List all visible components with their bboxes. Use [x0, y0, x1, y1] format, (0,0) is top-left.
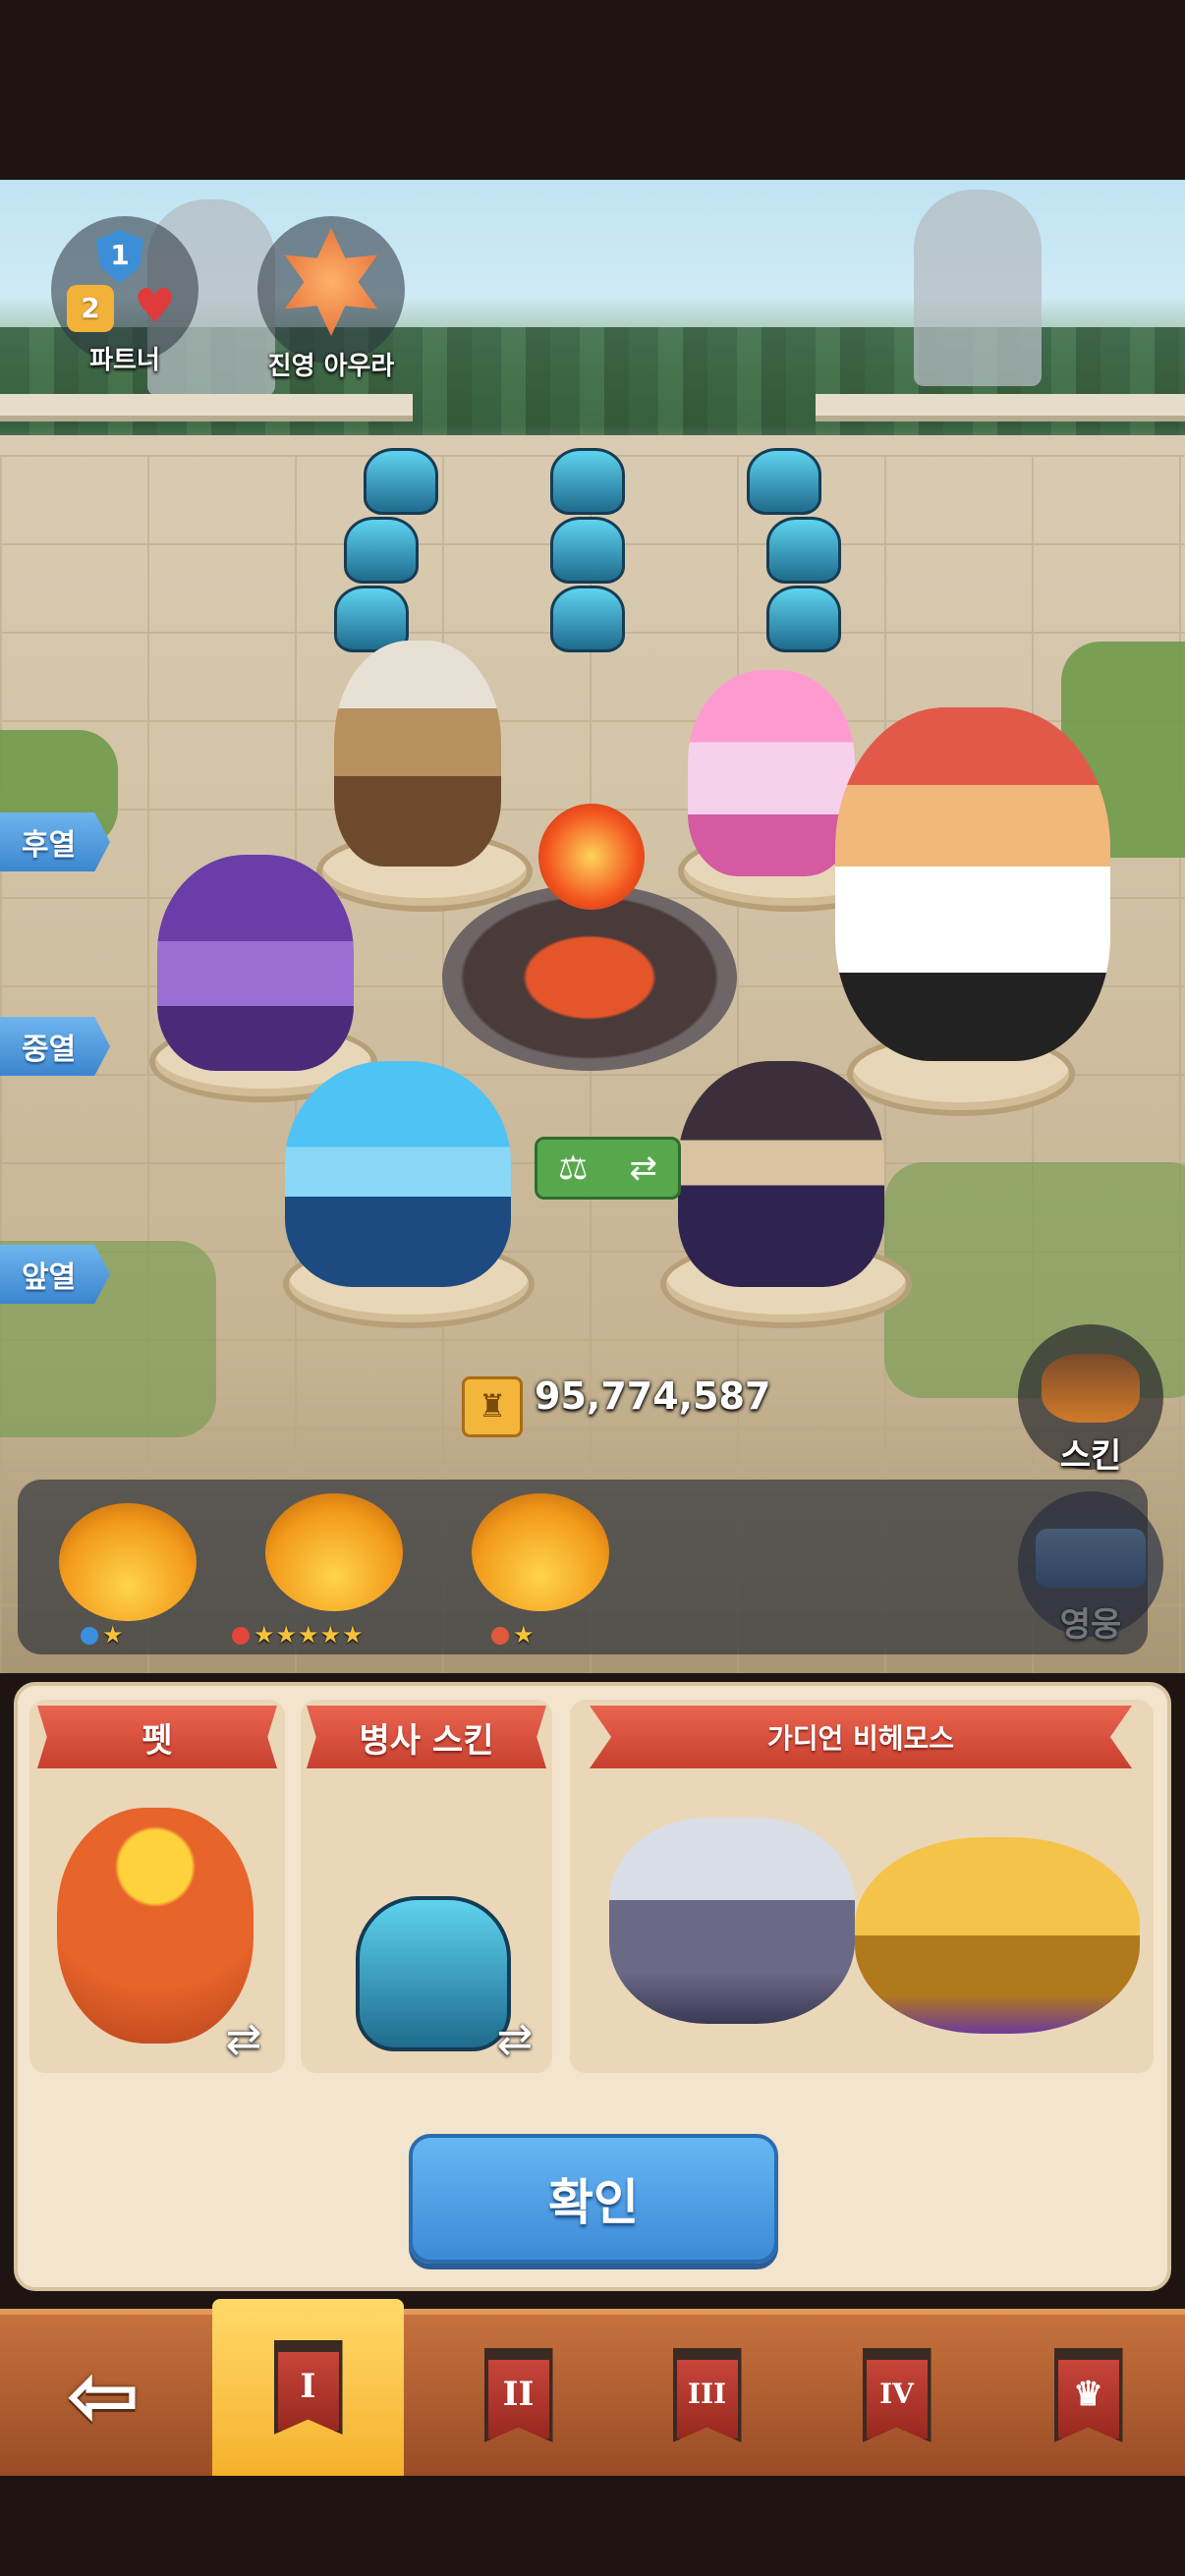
soldier-skin-title: 병사 스킨 — [307, 1706, 546, 1768]
gem-icon — [81, 1627, 98, 1645]
hexagram-icon — [284, 228, 378, 336]
swap-arrows-icon: ⇄ — [629, 1148, 657, 1188]
scale-icon: ⚖ — [558, 1148, 589, 1188]
formation-tab-bar: ⇦ I II III IV ♛ — [0, 2299, 1185, 2476]
gem-icon — [232, 1627, 250, 1645]
star-badge-icon: 2 — [67, 285, 114, 332]
artifact-3-stars: ★ — [491, 1621, 536, 1649]
power-tower-icon: ♜ — [462, 1376, 523, 1437]
artifact-slot-1[interactable] — [59, 1503, 197, 1621]
tab-banner: II — [483, 2348, 553, 2442]
guardian-werewolf — [609, 1818, 855, 2024]
soldier-unit — [747, 448, 821, 515]
stone-wall-right — [816, 394, 1185, 421]
shield-icon: 1 — [96, 230, 143, 283]
hero-pastel-angel[interactable] — [688, 670, 855, 876]
row-tag-front: 앞열 — [0, 1245, 110, 1304]
combat-power: ♜ 95,774,587 — [462, 1369, 770, 1437]
camp-aura-button[interactable] — [257, 216, 405, 364]
tab-banner: III — [672, 2348, 742, 2442]
confirm-button[interactable]: 확인 — [409, 2134, 778, 2264]
soldier-skin-swap-icon[interactable]: ⇄ — [485, 2018, 544, 2061]
artifact-slot-3[interactable] — [472, 1493, 609, 1611]
tab-banner: I — [273, 2340, 343, 2435]
hero-dark-priest[interactable] — [678, 1061, 884, 1287]
background-statue-right — [914, 190, 1042, 386]
hero-ice-swordsman[interactable] — [285, 1061, 511, 1287]
artifact-1-stars: ★ — [81, 1621, 125, 1649]
row-tag-middle: 중열 — [0, 1017, 110, 1076]
pet-title: 펫 — [37, 1706, 277, 1768]
tab-formation-crown[interactable]: ♛ — [992, 2315, 1184, 2476]
beast-skin-icon — [1042, 1354, 1140, 1423]
back-button[interactable]: ⇦ — [0, 2315, 206, 2476]
skin-label: 스킨 — [1059, 1436, 1122, 1476]
artifact-2-stars: ★★★★★ — [232, 1621, 365, 1649]
combat-power-value: 95,774,587 — [535, 1374, 771, 1418]
back-arrow-icon: ⇦ — [66, 2343, 141, 2447]
stone-wall-left — [0, 394, 413, 421]
tab-formation-4[interactable]: IV — [801, 2315, 992, 2476]
soldier-unit — [766, 586, 841, 652]
camp-aura-label: 진영 아우라 — [267, 352, 395, 381]
heart-icon: ♥ — [134, 279, 177, 334]
navigation-bar-area — [0, 2476, 1185, 2576]
gem-icon — [491, 1627, 509, 1645]
guardian-title: 가디언 비헤모스 — [590, 1706, 1132, 1768]
fire-orb-icon — [538, 804, 645, 910]
campfire-altar — [442, 884, 737, 1071]
tab-banner: IV — [862, 2348, 931, 2442]
soldier-unit — [766, 517, 841, 584]
tab-formation-1[interactable]: I — [212, 2299, 404, 2476]
hero-panda-rider[interactable] — [835, 707, 1110, 1061]
guardian-scorpion — [855, 1837, 1140, 2034]
soldier-unit — [550, 586, 625, 652]
soldier-unit — [344, 517, 419, 584]
tab-formation-3[interactable]: III — [611, 2315, 803, 2476]
pet-swap-icon[interactable]: ⇄ — [214, 2018, 273, 2061]
soldier-unit — [550, 448, 625, 515]
crown-icon: ♛ — [1053, 2348, 1123, 2442]
tab-formation-2[interactable]: II — [423, 2315, 614, 2476]
status-bar-area — [0, 0, 1185, 180]
hero-butterfly-scholar[interactable] — [334, 641, 501, 867]
soldier-unit — [364, 448, 438, 515]
formation-swap-button[interactable]: ⚖ ⇄ — [535, 1137, 681, 1200]
soldier-unit — [550, 517, 625, 584]
pet-fire-cat — [57, 1808, 254, 2044]
row-tag-back: 후열 — [0, 812, 110, 871]
artifact-slot-2[interactable] — [265, 1493, 403, 1611]
hero-dark-elf-mage[interactable] — [157, 855, 354, 1071]
partner-label: 파트너 — [89, 346, 160, 375]
